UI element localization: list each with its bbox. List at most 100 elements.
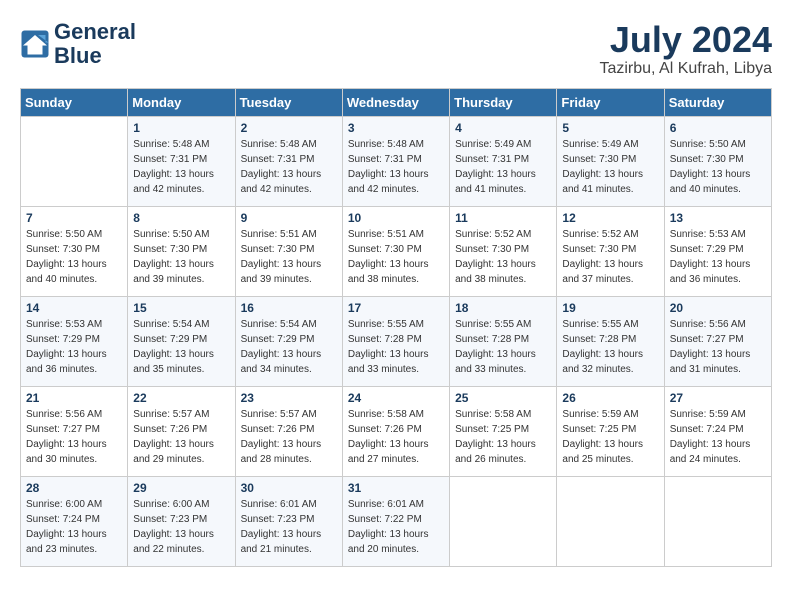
calendar-cell: 7Sunrise: 5:50 AM Sunset: 7:30 PM Daylig… xyxy=(21,206,128,296)
logo-icon xyxy=(20,29,50,59)
day-number: 6 xyxy=(670,121,766,135)
location: Tazirbu, Al Kufrah, Libya xyxy=(599,60,772,78)
calendar-cell: 17Sunrise: 5:55 AM Sunset: 7:28 PM Dayli… xyxy=(342,296,449,386)
day-info: Sunrise: 5:53 AM Sunset: 7:29 PM Dayligh… xyxy=(670,227,766,287)
calendar-body: 1 Sunrise: 5:48 AM Sunset: 7:31 PM Daylig… xyxy=(21,116,772,566)
day-number: 28 xyxy=(26,481,122,495)
day-info: Sunrise: 5:59 AM Sunset: 7:24 PM Dayligh… xyxy=(670,407,766,467)
title-block: July 2024 Tazirbu, Al Kufrah, Libya xyxy=(599,20,772,78)
calendar-cell xyxy=(21,116,128,206)
day-number: 30 xyxy=(241,481,337,495)
calendar-cell: 8 Sunrise: 5:50 AM Sunset: 7:30 PM Daylig… xyxy=(128,206,235,296)
day-info: Sunrise: 5:48 AM Sunset: 7:31 PM Dayligh… xyxy=(133,137,229,197)
day-number: 23 xyxy=(241,391,337,405)
day-number: 3 xyxy=(348,121,444,135)
logo: General Blue xyxy=(20,20,136,68)
day-info: Sunrise: 5:50 AM Sunset: 7:30 PM Dayligh… xyxy=(26,227,122,287)
day-number: 15 xyxy=(133,301,229,315)
day-number: 20 xyxy=(670,301,766,315)
calendar-cell: 16 Sunrise: 5:54 AM Sunset: 7:29 PM Dayli… xyxy=(235,296,342,386)
calendar-cell: 21Sunrise: 5:56 AM Sunset: 7:27 PM Dayli… xyxy=(21,386,128,476)
calendar-cell: 18 Sunrise: 5:55 AM Sunset: 7:28 PM Dayli… xyxy=(450,296,557,386)
day-number: 4 xyxy=(455,121,551,135)
page-header: General Blue July 2024 Tazirbu, Al Kufra… xyxy=(20,20,772,78)
day-number: 1 xyxy=(133,121,229,135)
day-number: 17 xyxy=(348,301,444,315)
day-number: 27 xyxy=(670,391,766,405)
day-info: Sunrise: 6:01 AM Sunset: 7:22 PM Dayligh… xyxy=(348,497,444,557)
day-info: Sunrise: 6:00 AM Sunset: 7:23 PM Dayligh… xyxy=(133,497,229,557)
calendar-cell: 28Sunrise: 6:00 AM Sunset: 7:24 PM Dayli… xyxy=(21,476,128,566)
calendar-cell: 2 Sunrise: 5:48 AM Sunset: 7:31 PM Daylig… xyxy=(235,116,342,206)
day-number: 24 xyxy=(348,391,444,405)
day-number: 22 xyxy=(133,391,229,405)
calendar-week-3: 14 Sunrise: 5:53 AM Sunset: 7:29 PM Dayli… xyxy=(21,296,772,386)
calendar-cell: 6 Sunrise: 5:50 AM Sunset: 7:30 PM Daylig… xyxy=(664,116,771,206)
calendar-cell: 27 Sunrise: 5:59 AM Sunset: 7:24 PM Dayli… xyxy=(664,386,771,476)
day-info: Sunrise: 5:58 AM Sunset: 7:25 PM Dayligh… xyxy=(455,407,551,467)
calendar-cell: 13Sunrise: 5:53 AM Sunset: 7:29 PM Dayli… xyxy=(664,206,771,296)
calendar-table: SundayMondayTuesdayWednesdayThursdayFrid… xyxy=(20,88,772,567)
calendar-cell: 9Sunrise: 5:51 AM Sunset: 7:30 PM Daylig… xyxy=(235,206,342,296)
day-info: Sunrise: 5:55 AM Sunset: 7:28 PM Dayligh… xyxy=(455,317,551,377)
calendar-week-1: 1 Sunrise: 5:48 AM Sunset: 7:31 PM Daylig… xyxy=(21,116,772,206)
header-day-monday: Monday xyxy=(128,88,235,116)
month-year: July 2024 xyxy=(599,20,772,60)
day-info: Sunrise: 5:50 AM Sunset: 7:30 PM Dayligh… xyxy=(670,137,766,197)
header-day-tuesday: Tuesday xyxy=(235,88,342,116)
day-number: 5 xyxy=(562,121,658,135)
calendar-cell xyxy=(664,476,771,566)
day-info: Sunrise: 5:48 AM Sunset: 7:31 PM Dayligh… xyxy=(241,137,337,197)
day-info: Sunrise: 5:54 AM Sunset: 7:29 PM Dayligh… xyxy=(133,317,229,377)
calendar-week-2: 7Sunrise: 5:50 AM Sunset: 7:30 PM Daylig… xyxy=(21,206,772,296)
calendar-cell: 10Sunrise: 5:51 AM Sunset: 7:30 PM Dayli… xyxy=(342,206,449,296)
calendar-week-5: 28Sunrise: 6:00 AM Sunset: 7:24 PM Dayli… xyxy=(21,476,772,566)
day-info: Sunrise: 5:51 AM Sunset: 7:30 PM Dayligh… xyxy=(241,227,337,287)
day-info: Sunrise: 5:49 AM Sunset: 7:31 PM Dayligh… xyxy=(455,137,551,197)
calendar-cell: 22 Sunrise: 5:57 AM Sunset: 7:26 PM Dayli… xyxy=(128,386,235,476)
day-number: 11 xyxy=(455,211,551,225)
calendar-cell: 24 Sunrise: 5:58 AM Sunset: 7:26 PM Dayli… xyxy=(342,386,449,476)
calendar-cell: 1 Sunrise: 5:48 AM Sunset: 7:31 PM Daylig… xyxy=(128,116,235,206)
day-number: 8 xyxy=(133,211,229,225)
day-info: Sunrise: 5:49 AM Sunset: 7:30 PM Dayligh… xyxy=(562,137,658,197)
day-number: 29 xyxy=(133,481,229,495)
calendar-cell: 12 Sunrise: 5:52 AM Sunset: 7:30 PM Dayli… xyxy=(557,206,664,296)
day-info: Sunrise: 5:50 AM Sunset: 7:30 PM Dayligh… xyxy=(133,227,229,287)
day-number: 21 xyxy=(26,391,122,405)
calendar-cell: 19 Sunrise: 5:55 AM Sunset: 7:28 PM Dayli… xyxy=(557,296,664,386)
day-info: Sunrise: 5:55 AM Sunset: 7:28 PM Dayligh… xyxy=(562,317,658,377)
day-number: 12 xyxy=(562,211,658,225)
header-day-saturday: Saturday xyxy=(664,88,771,116)
day-info: Sunrise: 5:52 AM Sunset: 7:30 PM Dayligh… xyxy=(562,227,658,287)
calendar-cell xyxy=(557,476,664,566)
day-info: Sunrise: 6:01 AM Sunset: 7:23 PM Dayligh… xyxy=(241,497,337,557)
day-number: 18 xyxy=(455,301,551,315)
day-number: 19 xyxy=(562,301,658,315)
calendar-week-4: 21Sunrise: 5:56 AM Sunset: 7:27 PM Dayli… xyxy=(21,386,772,476)
day-info: Sunrise: 5:54 AM Sunset: 7:29 PM Dayligh… xyxy=(241,317,337,377)
calendar-cell: 25Sunrise: 5:58 AM Sunset: 7:25 PM Dayli… xyxy=(450,386,557,476)
day-number: 31 xyxy=(348,481,444,495)
day-number: 16 xyxy=(241,301,337,315)
calendar-cell: 20Sunrise: 5:56 AM Sunset: 7:27 PM Dayli… xyxy=(664,296,771,386)
logo-line2: Blue xyxy=(54,44,136,68)
day-info: Sunrise: 5:53 AM Sunset: 7:29 PM Dayligh… xyxy=(26,317,122,377)
calendar-cell: 11 Sunrise: 5:52 AM Sunset: 7:30 PM Dayli… xyxy=(450,206,557,296)
day-number: 2 xyxy=(241,121,337,135)
day-info: Sunrise: 5:57 AM Sunset: 7:26 PM Dayligh… xyxy=(241,407,337,467)
logo-text: General Blue xyxy=(54,20,136,68)
day-info: Sunrise: 5:58 AM Sunset: 7:26 PM Dayligh… xyxy=(348,407,444,467)
calendar-cell: 3Sunrise: 5:48 AM Sunset: 7:31 PM Daylig… xyxy=(342,116,449,206)
day-number: 10 xyxy=(348,211,444,225)
calendar-header: SundayMondayTuesdayWednesdayThursdayFrid… xyxy=(21,88,772,116)
day-number: 14 xyxy=(26,301,122,315)
header-day-sunday: Sunday xyxy=(21,88,128,116)
header-day-thursday: Thursday xyxy=(450,88,557,116)
day-info: Sunrise: 5:57 AM Sunset: 7:26 PM Dayligh… xyxy=(133,407,229,467)
header-row: SundayMondayTuesdayWednesdayThursdayFrid… xyxy=(21,88,772,116)
calendar-cell: 30 Sunrise: 6:01 AM Sunset: 7:23 PM Dayli… xyxy=(235,476,342,566)
day-info: Sunrise: 5:52 AM Sunset: 7:30 PM Dayligh… xyxy=(455,227,551,287)
day-info: Sunrise: 5:59 AM Sunset: 7:25 PM Dayligh… xyxy=(562,407,658,467)
header-day-friday: Friday xyxy=(557,88,664,116)
